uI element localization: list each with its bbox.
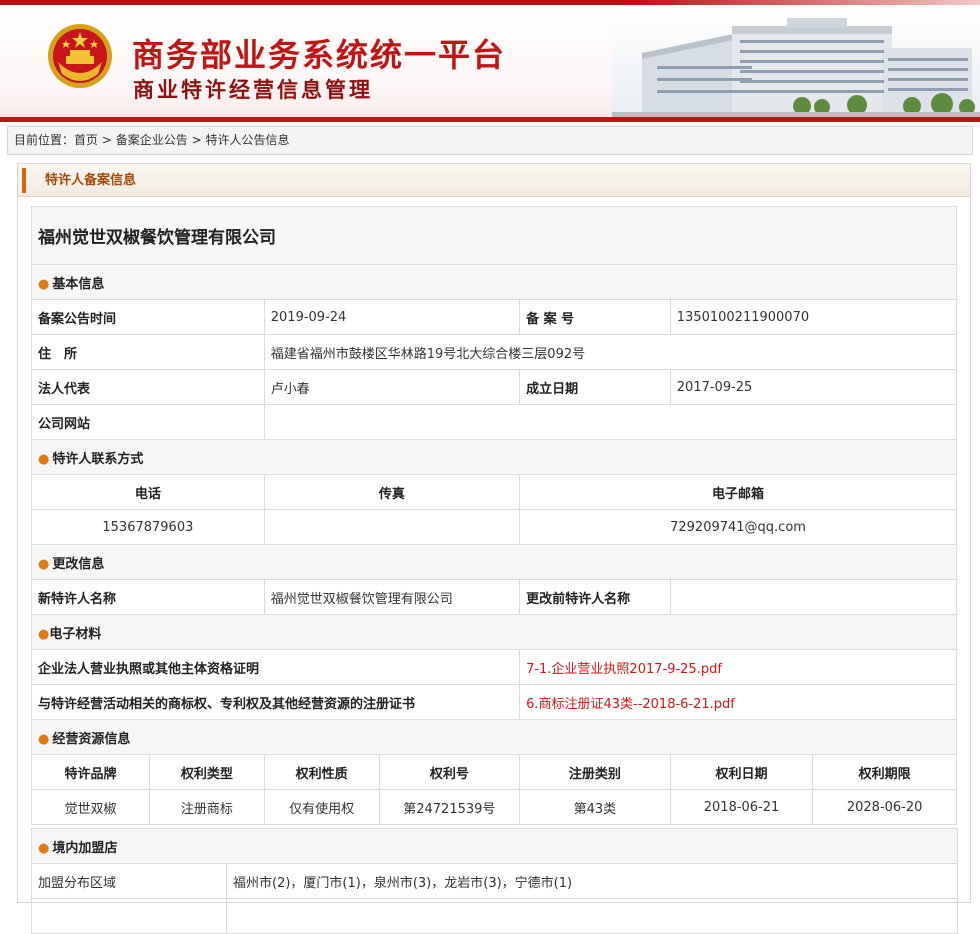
fax-value [263, 509, 521, 545]
section-resources: ● 经营资源信息 [31, 719, 957, 755]
breadcrumb-home-link[interactable]: 首页 [74, 133, 98, 147]
region-label: 加盟分布区域 [31, 863, 227, 899]
breadcrumb-label: 目前位置： [14, 133, 75, 147]
section-title: 特许人联系方式 [52, 451, 144, 467]
filing-date-value: 2019-09-24 [263, 299, 521, 335]
table-row: 新特许人名称 福州觉世双椒餐饮管理有限公司 更改前特许人名称 [31, 579, 958, 615]
brand-cell: 觉世双椒 [31, 789, 150, 825]
table-row: 备案公告时间 2019-09-24 备 案 号 1350100211900070 [31, 299, 958, 335]
panel-header: 特许人备案信息 [18, 164, 970, 197]
franchisor-info-panel: 特许人备案信息 福州觉世双椒餐饮管理有限公司 ● 基本信息 备案公告时间 2019… [17, 163, 971, 934]
phone-header: 电话 [31, 474, 265, 510]
section-title: 境内加盟店 [52, 840, 118, 856]
header-bottom-line [0, 117, 980, 122]
national-emblem-icon [48, 24, 112, 88]
bullet-icon: ● [38, 276, 50, 292]
legal-rep-value: 卢小春 [263, 369, 521, 405]
table-row: 企业法人营业执照或其他主体资格证明 7-1.企业营业执照2017-9-25.pd… [30, 649, 957, 685]
right-nature-cell: 仅有使用权 [263, 789, 380, 825]
material-label: 与特许经营活动相关的商标权、专利权及其他经营资源的注册证书 [30, 684, 521, 720]
material-file-link[interactable]: 7-1.企业营业执照2017-9-25.pdf [519, 649, 957, 685]
panel-title: 特许人备案信息 [45, 173, 137, 188]
fax-header: 传真 [263, 474, 521, 510]
breadcrumb: 目前位置：首页 > 备案企业公告 > 特许人公告信息 [7, 126, 973, 155]
new-name-value: 福州觉世双椒餐饮管理有限公司 [263, 579, 521, 615]
company-name-row: 福州觉世双椒餐饮管理有限公司 [31, 206, 957, 265]
table-row [31, 898, 959, 934]
column-header: 权利号 [378, 754, 521, 790]
address-label: 住 所 [31, 334, 265, 370]
bullet-icon: ● [38, 840, 50, 856]
email-value: 729209741@qq.com [519, 509, 957, 545]
section-domestic-stores: ● 境内加盟店 [30, 828, 959, 864]
website-label: 公司网站 [31, 404, 265, 440]
material-label: 企业法人营业执照或其他主体资格证明 [30, 649, 521, 685]
platform-subtitle: 商业特许经营信息管理 [133, 78, 373, 102]
address-value: 福建省福州市鼓楼区华林路19号北大综合楼三层092号 [263, 334, 958, 370]
bullet-icon: ● [38, 731, 50, 747]
section-materials: ●电子材料 [31, 614, 957, 650]
right-number-cell: 第24721539号 [378, 789, 521, 825]
registration-class-cell: 第43类 [519, 789, 671, 825]
right-date-cell: 2018-06-21 [669, 789, 814, 825]
breadcrumb-separator: > [191, 133, 202, 147]
website-value [263, 404, 958, 440]
table-row: 公司网站 [31, 404, 958, 440]
domestic-stores-table: ● 境内加盟店 加盟分布区域 福州市(2)，厦门市(1)，泉州市(3)，龙岩市(3… [30, 828, 959, 934]
section-title: 基本信息 [52, 276, 105, 292]
old-name-label: 更改前特许人名称 [519, 579, 671, 615]
breadcrumb-separator: > [101, 133, 112, 147]
column-header: 权利性质 [263, 754, 380, 790]
site-header: 商务部业务系统统一平台 商业特许经营信息管理 [0, 0, 980, 122]
column-header: 注册类别 [519, 754, 671, 790]
section-title: 经营资源信息 [52, 731, 131, 747]
section-basic-info: ● 基本信息 [31, 264, 957, 300]
filing-date-label: 备案公告时间 [31, 299, 265, 335]
table-row: 15367879603 729209741@qq.com [31, 509, 957, 545]
region-value: 福州市(2)，厦门市(1)，泉州市(3)，龙岩市(3)，宁德市(1) [225, 863, 959, 899]
table-row: 与特许经营活动相关的商标权、专利权及其他经营资源的注册证书 6.商标注册证43类… [30, 684, 957, 720]
filing-number-value: 1350100211900070 [669, 299, 958, 335]
bullet-icon: ● [38, 556, 50, 572]
government-building-image [612, 8, 980, 118]
table-row: 住 所 福建省福州市鼓楼区华林路19号北大综合楼三层092号 [31, 334, 958, 370]
table-row: 法人代表 卢小春 成立日期 2017-09-25 [31, 369, 958, 405]
old-name-value [669, 579, 958, 615]
table-row: 加盟分布区域 福州市(2)，厦门市(1)，泉州市(3)，龙岩市(3)，宁德市(1… [31, 863, 959, 899]
established-date-value: 2017-09-25 [669, 369, 958, 405]
right-term-cell: 2028-06-20 [812, 789, 957, 825]
panel-header-accent-bar [22, 168, 26, 193]
email-header: 电子邮箱 [519, 474, 957, 510]
phone-value: 15367879603 [31, 509, 265, 545]
section-contact: ● 特许人联系方式 [31, 439, 957, 475]
legal-rep-label: 法人代表 [31, 369, 265, 405]
new-name-label: 新特许人名称 [31, 579, 265, 615]
right-type-cell: 注册商标 [148, 789, 265, 825]
table-row: 电话 传真 电子邮箱 [31, 474, 957, 510]
table-row: 觉世双椒 注册商标 仅有使用权 第24721539号 第43类 2018-06-… [31, 789, 957, 825]
column-header: 权利期限 [812, 754, 957, 790]
bullet-icon: ● [38, 451, 50, 467]
table-header-row: 特许品牌 权利类型 权利性质 权利号 注册类别 权利日期 权利期限 [31, 754, 957, 790]
material-file-link[interactable]: 6.商标注册证43类--2018-6-21.pdf [519, 684, 957, 720]
breadcrumb-current: 特许人公告信息 [205, 133, 290, 147]
established-date-label: 成立日期 [519, 369, 671, 405]
breadcrumb-filing-announcements-link[interactable]: 备案企业公告 [116, 133, 188, 147]
column-header: 权利类型 [148, 754, 265, 790]
bullet-icon: ● [38, 626, 50, 642]
section-title: 电子材料 [49, 626, 102, 642]
column-header: 特许品牌 [31, 754, 150, 790]
company-name: 福州觉世双椒餐饮管理有限公司 [31, 206, 957, 265]
section-title: 更改信息 [52, 556, 105, 572]
column-header: 权利日期 [669, 754, 814, 790]
header-top-line-fade [620, 0, 980, 5]
section-changes: ● 更改信息 [31, 544, 957, 580]
filing-number-label: 备 案 号 [519, 299, 671, 335]
platform-title: 商务部业务系统统一平台 [132, 36, 507, 74]
franchisor-detail-table: 福州觉世双椒餐饮管理有限公司 ● 基本信息 备案公告时间 2019-09-24 备… [30, 206, 958, 825]
